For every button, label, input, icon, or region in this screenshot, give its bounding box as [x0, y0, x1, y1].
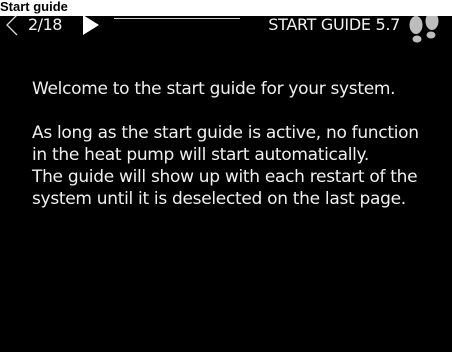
triangle-right-icon[interactable] [82, 14, 100, 36]
guide-text: Welcome to the start guide for your syst… [32, 78, 432, 210]
window-caption: Start guide [0, 0, 452, 16]
header-divider [114, 18, 240, 19]
chevron-left-icon[interactable] [6, 14, 18, 36]
page-counter: 2/18 [28, 15, 62, 34]
display-screen: 2/18 START GUIDE 5.7 Welcome to the star… [0, 0, 452, 352]
page-title: START GUIDE 5.7 [268, 15, 400, 34]
info-paragraph: As long as the start guide is active, no… [32, 123, 419, 165]
welcome-paragraph: Welcome to the start guide for your syst… [32, 79, 396, 99]
restart-paragraph: The guide will show up with each restart… [32, 167, 418, 209]
